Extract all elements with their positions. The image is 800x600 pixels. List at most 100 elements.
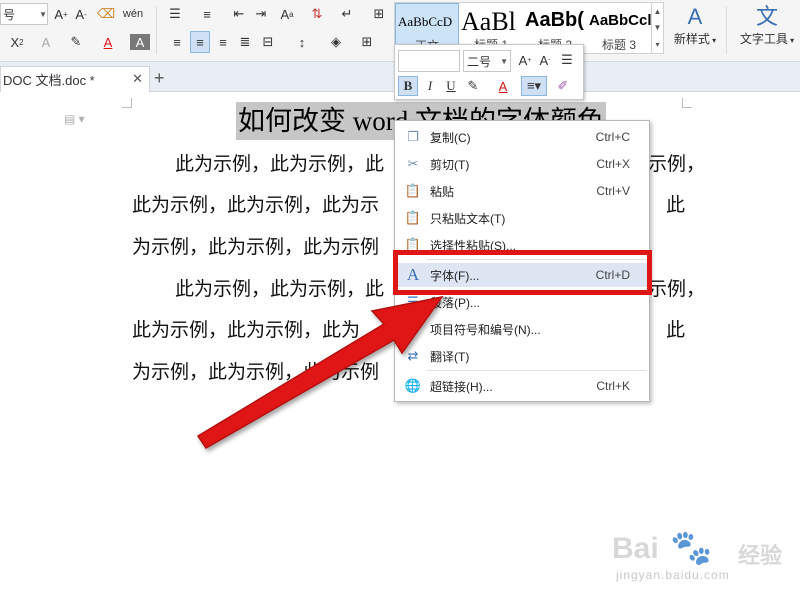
menu-item-paste[interactable]: 📋 粘贴 Ctrl+V — [396, 179, 648, 203]
clear-format-icon[interactable]: ⌫ — [96, 3, 116, 25]
chevron-down-icon: ▼ — [500, 56, 508, 66]
gallery-scroll[interactable]: ▲ ▼ ▾ — [651, 3, 663, 53]
highlight-icon[interactable]: ✎ — [463, 76, 483, 96]
decrease-indent-icon[interactable]: ⇤ — [230, 3, 248, 25]
menu-item-translate[interactable]: ⇄ 翻译(T) — [396, 344, 648, 368]
font-size-value: 号 — [3, 7, 16, 22]
style-sample: AaBb( — [525, 9, 584, 31]
new-style-label: 新样式 — [673, 32, 710, 46]
subscript-icon[interactable]: X2 — [6, 31, 28, 53]
text-line-end[interactable]: 示例， — [648, 277, 705, 301]
watermark-logo: Bai — [612, 532, 659, 565]
close-icon[interactable]: ✕ — [132, 71, 143, 87]
font-color-icon[interactable]: A — [98, 31, 118, 53]
chevron-up-icon[interactable]: ▲ — [654, 7, 662, 16]
paragraph-mark-icon: ▤ ▾ — [64, 112, 85, 126]
show-marks-icon[interactable]: ↵ — [336, 3, 358, 25]
line-spacing-icon[interactable]: ↕ — [290, 31, 314, 53]
menu-item-label: 只粘贴文本(T) — [430, 211, 506, 226]
borders-icon[interactable]: ⊞ — [356, 31, 378, 53]
menu-item-label: 超链接(H)... — [430, 379, 493, 394]
text-tools-label: 文字工具 — [739, 32, 788, 46]
font-size-value: 二号 — [467, 54, 492, 69]
text-tools-button[interactable]: 文 文字工具 ▾ — [736, 4, 798, 47]
text-line-end[interactable]: 示例， — [648, 152, 705, 176]
menu-item-copy[interactable]: ❐ 复制(C) Ctrl+C — [396, 125, 648, 149]
text-line-end[interactable]: 此 — [666, 318, 685, 342]
chevron-down-icon: ▾ — [709, 36, 717, 45]
increase-indent-icon[interactable]: ⇥ — [252, 3, 270, 25]
shrink-font-icon[interactable]: A- — [535, 50, 555, 70]
text-line-end[interactable]: 此 — [666, 193, 685, 217]
copy-icon: ❐ — [407, 129, 419, 144]
floating-format-toolbar: 二号 ▼ A + A- ☰ B I U ✎ A ≡▾ ✐ — [394, 44, 584, 100]
text-line[interactable]: 此为示例，此为示例，此 — [175, 277, 384, 301]
new-style-icon: A — [687, 4, 703, 29]
text-effect-icon[interactable]: A — [36, 31, 56, 53]
format-painter-icon[interactable]: ✐ — [553, 76, 573, 96]
underline-icon[interactable]: U — [441, 76, 461, 96]
document-tab[interactable]: DOC 文档.doc * ✕ — [0, 66, 150, 92]
grow-font-icon[interactable]: A + — [515, 50, 535, 70]
highlight-box — [393, 250, 652, 295]
grow-font-icon[interactable]: A + — [52, 3, 70, 25]
text-tools-icon: 文 — [755, 4, 778, 29]
chevron-down-icon[interactable]: ▼ — [654, 23, 662, 32]
distribute-icon[interactable]: ⊟ — [258, 31, 278, 53]
align-center-icon[interactable]: ≡ — [190, 31, 210, 53]
menu-item-shortcut: Ctrl+C — [595, 130, 630, 144]
chevron-down-icon: ▼ — [39, 9, 47, 19]
divider — [726, 6, 727, 54]
font-color-icon[interactable]: A — [493, 76, 513, 96]
menu-item-shortcut: Ctrl+V — [596, 184, 630, 198]
sort-icon[interactable]: ⇅ — [308, 3, 326, 25]
new-style-button[interactable]: A 新样式 ▾ — [670, 4, 720, 47]
menu-item-label: 粘贴 — [430, 184, 455, 199]
font-size-select[interactable]: 号 ▼ — [0, 3, 48, 25]
menu-item-shortcut: Ctrl+K — [596, 379, 630, 393]
highlight-icon[interactable]: ✎ — [64, 31, 88, 53]
font-size-field[interactable]: 二号 ▼ — [463, 50, 511, 72]
style-sample: AaBl — [461, 7, 516, 36]
font-name-field[interactable] — [398, 50, 460, 72]
bold-icon[interactable]: B — [398, 76, 418, 96]
menu-item-label: 剪切(T) — [430, 157, 470, 172]
menu-item-hyperlink[interactable]: 🌐 超链接(H)... Ctrl+K — [396, 374, 648, 398]
change-case-icon[interactable]: Aa — [274, 3, 300, 25]
line-spacing-icon[interactable]: ☰ — [557, 50, 577, 70]
align-left-icon[interactable]: ≡ — [168, 31, 186, 53]
expand-icon[interactable]: ▾ — [655, 40, 659, 49]
justify-icon[interactable]: ≣ — [236, 31, 254, 53]
text-line[interactable]: 此为示例，此为示例，此为示 — [132, 193, 379, 217]
chevron-down-icon: ▾ — [787, 36, 795, 45]
align-right-icon[interactable]: ≡ — [214, 31, 232, 53]
shading-icon[interactable]: ◈ — [324, 31, 348, 53]
margin-mark — [122, 98, 132, 108]
pinyin-guide-icon[interactable]: wén — [122, 3, 144, 25]
menu-item-bullets[interactable]: ≔ 项目符号和编号(N)... — [396, 317, 648, 341]
table-icon[interactable]: ⊞ — [370, 3, 388, 25]
menu-item-cut[interactable]: ✂ 剪切(T) Ctrl+X — [396, 152, 648, 176]
text-line[interactable]: 为示例，此为示例，此为示例 — [132, 235, 379, 259]
menu-item-label: 复制(C) — [430, 130, 471, 145]
menu-item-paste-text[interactable]: 📋 只粘贴文本(T) — [396, 206, 648, 230]
align-icon[interactable]: ≡▾ — [521, 76, 547, 96]
cut-icon: ✂ — [407, 156, 419, 171]
numbering-icon[interactable]: ≡ — [196, 3, 218, 25]
divider — [156, 6, 157, 54]
paw-icon: 🐾 — [670, 529, 713, 567]
style-heading-3[interactable]: AaBbCcl 标题 3 — [587, 3, 651, 53]
text-line[interactable]: 为示例，此为示例，此为示例 — [132, 360, 379, 384]
italic-icon[interactable]: I — [420, 76, 440, 96]
add-tab-icon[interactable]: + — [154, 68, 165, 89]
hyperlink-icon: 🌐 — [404, 378, 422, 393]
menu-item-shortcut: Ctrl+X — [596, 157, 630, 171]
watermark-brand: 经验 — [738, 543, 783, 568]
paste-icon: 📋 — [404, 183, 422, 198]
text-line[interactable]: 此为示例，此为示例，此 — [175, 152, 384, 176]
bullets-icon[interactable]: ☰ — [164, 3, 186, 25]
char-shading-icon[interactable]: A — [130, 34, 150, 50]
text-line[interactable]: 此为示例，此为示例，此为 — [132, 318, 360, 342]
shrink-font-icon[interactable]: A- — [72, 3, 90, 25]
paste-text-icon: 📋 — [404, 210, 422, 225]
